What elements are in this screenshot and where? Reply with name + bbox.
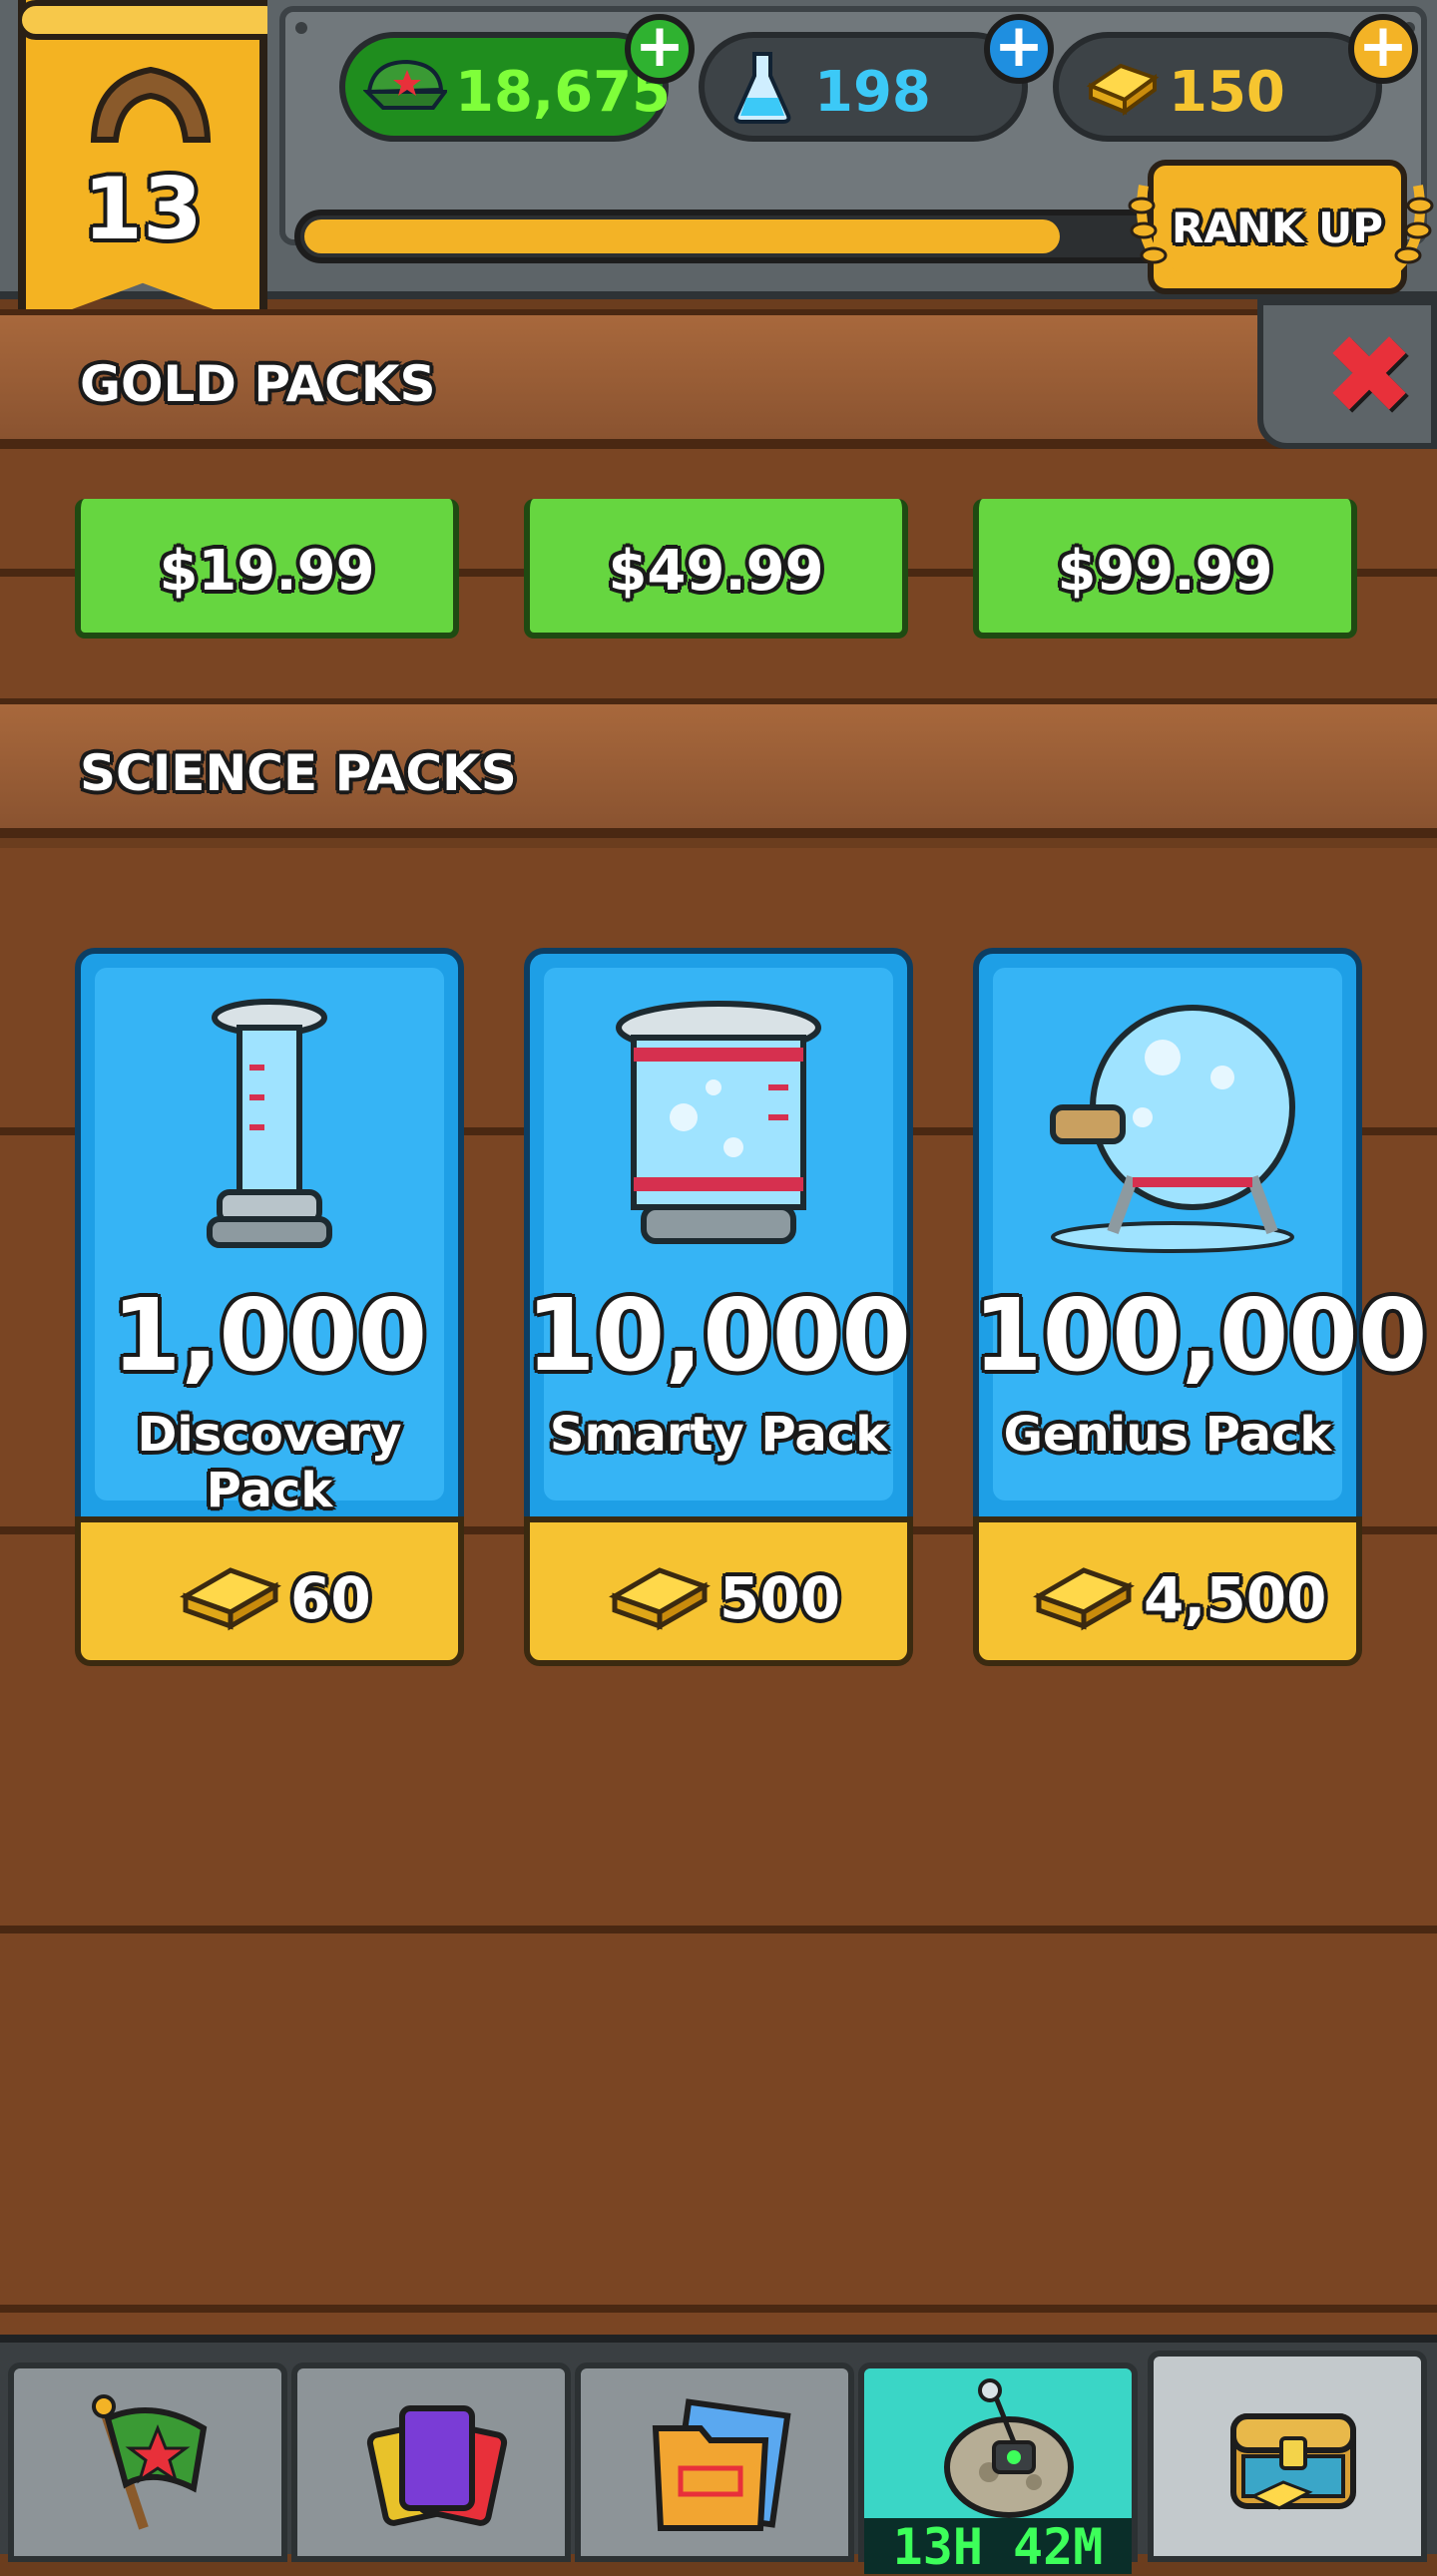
gold-counter[interactable]: 150 + bbox=[1053, 14, 1418, 142]
pack-amount: 10,000 bbox=[526, 1277, 911, 1394]
pack-name: Smarty Pack bbox=[549, 1407, 888, 1463]
gold-value: 150 bbox=[1169, 60, 1285, 125]
science-pack-genius[interactable]: 100,000 Genius Pack 4,500 bbox=[973, 948, 1428, 1666]
science-pack-discovery[interactable]: 1,000 Discovery Pack 60 bbox=[75, 948, 464, 1666]
rank-chevron-icon bbox=[90, 66, 212, 143]
top-bar: 18,675 + 198 + 150 + RANK UP 13 bbox=[0, 0, 1437, 329]
folder-icon bbox=[652, 2398, 791, 2531]
cards-icon bbox=[366, 2405, 508, 2526]
laurel-right-icon bbox=[1384, 185, 1434, 279]
gold-bar-icon bbox=[1086, 63, 1160, 116]
add-gold-button[interactable]: + bbox=[1348, 14, 1418, 84]
gold-pack-button-2[interactable]: $49.99 bbox=[524, 499, 908, 639]
science-pack-smarty[interactable]: 10,000 Smarty Pack 500 bbox=[524, 948, 913, 1666]
pack-price: 4,500 bbox=[1144, 1564, 1327, 1632]
army-cap-icon bbox=[363, 59, 447, 110]
tab-timed-event[interactable]: 13H 42M bbox=[858, 2362, 1138, 2576]
gold-pack-price-3: $99.99 bbox=[1057, 539, 1273, 604]
pack-buy-button[interactable]: 500 bbox=[524, 1516, 913, 1666]
pack-price: 60 bbox=[290, 1564, 371, 1632]
gold-packs-title: GOLD PACKS bbox=[80, 355, 436, 413]
gold-pack-button-1[interactable]: $19.99 bbox=[75, 499, 459, 639]
bottom-nav: 13H 42M bbox=[0, 2335, 1437, 2576]
tab-cards[interactable] bbox=[291, 2362, 571, 2562]
rank-level: 13 bbox=[83, 160, 203, 259]
science-packs-header: SCIENCE PACKS bbox=[0, 698, 1437, 838]
science-counter[interactable]: 198 + bbox=[699, 14, 1054, 142]
rank-up-button[interactable]: RANK UP bbox=[1128, 160, 1434, 294]
rivet bbox=[295, 22, 307, 34]
add-science-button[interactable]: + bbox=[984, 14, 1054, 84]
pack-price: 500 bbox=[719, 1564, 841, 1632]
tab-missions[interactable] bbox=[575, 2362, 854, 2562]
flask-icon bbox=[733, 52, 791, 124]
pack-buy-button[interactable]: 4,500 bbox=[973, 1516, 1362, 1666]
gold-pack-price-1: $19.99 bbox=[159, 539, 375, 604]
pack-amount: 1,000 bbox=[111, 1277, 428, 1394]
gold-bar-icon bbox=[1033, 1567, 1135, 1631]
gold-bar-icon bbox=[609, 1567, 711, 1631]
xp-progress-bar bbox=[294, 210, 1193, 263]
cash-counter[interactable]: 18,675 + bbox=[339, 14, 695, 142]
test-tube-icon bbox=[207, 999, 332, 1248]
tab-shop[interactable] bbox=[1148, 2351, 1427, 2562]
close-icon: ✖ bbox=[1323, 311, 1416, 439]
rank-badge[interactable]: 13 bbox=[18, 0, 267, 329]
science-packs-title: SCIENCE PACKS bbox=[80, 744, 517, 802]
beaker-icon bbox=[616, 1001, 821, 1244]
add-cash-button[interactable]: + bbox=[625, 14, 695, 84]
rank-up-label: RANK UP bbox=[1171, 204, 1384, 252]
treasure-chest-icon bbox=[1230, 2413, 1356, 2510]
flag-icon bbox=[92, 2394, 208, 2530]
pack-buy-button[interactable]: 60 bbox=[75, 1516, 464, 1666]
pack-name: Genius Pack bbox=[1003, 1407, 1332, 1463]
tab-battle[interactable] bbox=[8, 2362, 287, 2562]
xp-progress-fill bbox=[304, 219, 1060, 253]
asteroid-satellite-icon bbox=[944, 2378, 1074, 2518]
gold-bar-icon bbox=[180, 1567, 281, 1631]
science-value: 198 bbox=[814, 60, 931, 125]
pack-amount: 100,000 bbox=[973, 1277, 1428, 1394]
pack-name: Discovery Pack bbox=[137, 1407, 402, 1518]
banner-scroll bbox=[18, 0, 267, 40]
gold-pack-price-2: $49.99 bbox=[608, 539, 824, 604]
event-timer: 13H 42M bbox=[864, 2518, 1132, 2576]
close-button[interactable]: ✖ bbox=[1257, 299, 1437, 449]
gold-pack-button-3[interactable]: $99.99 bbox=[973, 499, 1357, 639]
gold-packs-header: GOLD PACKS bbox=[0, 309, 1437, 449]
plank-seam bbox=[0, 1926, 1437, 1933]
round-flask-icon bbox=[1050, 1005, 1295, 1253]
plank-seam bbox=[0, 2305, 1437, 2313]
